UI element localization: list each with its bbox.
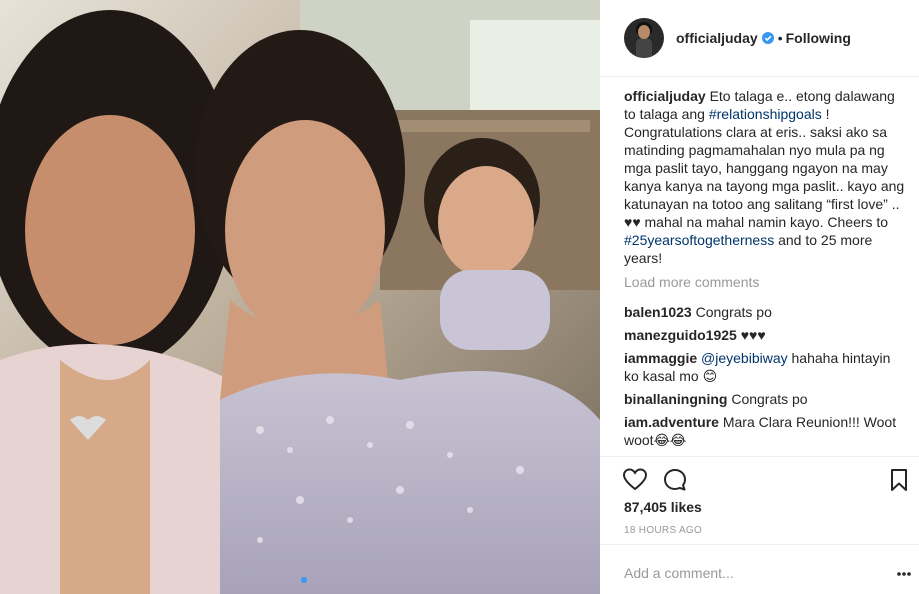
comment-item: iam.adventure Mara Clara Reunion!!! Woot…: [624, 413, 908, 449]
comment-icon[interactable]: [662, 467, 688, 493]
comment-text: ♥♥♥: [740, 327, 766, 343]
comment-text: Congrats po: [695, 304, 772, 320]
post-image: [0, 0, 600, 594]
more-options-icon[interactable]: [896, 571, 912, 577]
caption-author[interactable]: officialjuday: [624, 88, 706, 104]
caption-text: ! Congratulations clara at eris.. saksi …: [624, 106, 905, 230]
post-panel: officialjuday • Following officialjuday …: [600, 0, 919, 594]
comments-section: officialjuday Eto talaga e.. etong dalaw…: [624, 87, 908, 455]
following-button[interactable]: Following: [786, 30, 851, 46]
comment-item: manezguido1925 ♥♥♥: [624, 326, 908, 344]
comment-text: Congrats po: [731, 391, 808, 407]
comment-user[interactable]: iammaggie: [624, 350, 697, 366]
action-bar: [600, 456, 919, 496]
comment-item: balen1023 Congrats po: [624, 303, 908, 321]
separator: •: [777, 30, 783, 46]
comment-item: binallaningning Congrats po: [624, 390, 908, 408]
bookmark-icon[interactable]: [886, 467, 912, 493]
carousel-indicator[interactable]: [301, 577, 307, 583]
heart-icon[interactable]: [622, 467, 648, 493]
avatar[interactable]: [624, 18, 664, 58]
comment-user[interactable]: binallaningning: [624, 391, 727, 407]
comment-user[interactable]: balen1023: [624, 304, 692, 320]
load-more-comments[interactable]: Load more comments: [624, 273, 908, 291]
comment-user[interactable]: manezguido1925: [624, 327, 737, 343]
caption: officialjuday Eto talaga e.. etong dalaw…: [624, 87, 908, 267]
mention-link[interactable]: @jeyebibiway: [701, 350, 788, 366]
verified-badge-icon: [761, 32, 774, 44]
likes-count[interactable]: 87,405 likes: [624, 499, 702, 515]
post-timestamp[interactable]: 18 HOURS AGO: [624, 525, 702, 536]
comment-user[interactable]: iam.adventure: [624, 414, 719, 430]
post-photo[interactable]: [0, 0, 600, 594]
hashtag-link[interactable]: #25yearsoftogetherness: [624, 232, 774, 248]
comment-item: iammaggie @jeyebibiway hahaha hintayin k…: [624, 349, 908, 385]
post-header: officialjuday • Following: [600, 0, 919, 77]
hashtag-link[interactable]: #relationshipgoals: [709, 106, 822, 122]
add-comment-input[interactable]: Add a comment...: [624, 565, 734, 581]
add-comment-bar[interactable]: Add a comment...: [600, 544, 919, 594]
username[interactable]: officialjuday: [676, 30, 758, 46]
